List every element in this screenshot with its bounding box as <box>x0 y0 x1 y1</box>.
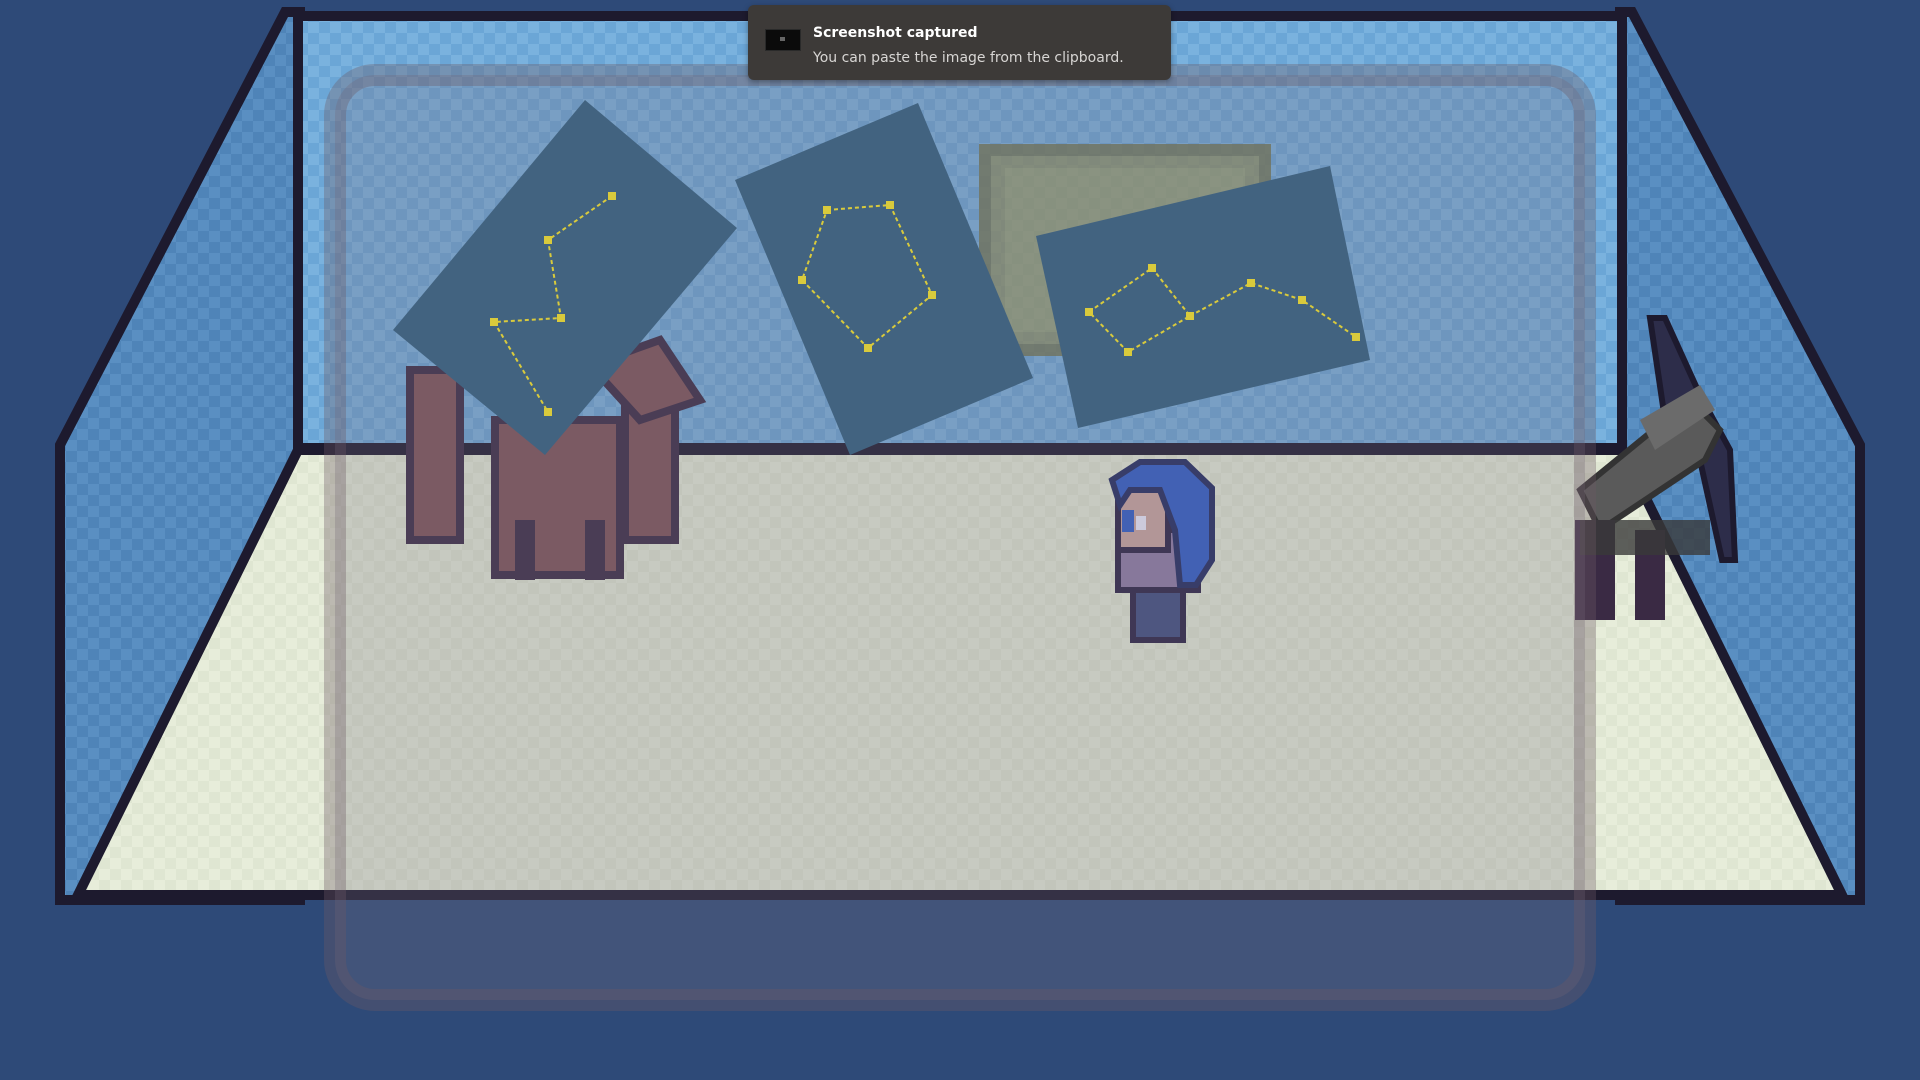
screenshot-notification[interactable]: Screenshot captured You can paste the im… <box>748 5 1171 80</box>
screenshot-thumbnail-icon <box>765 29 801 51</box>
notification-body: You can paste the image from the clipboa… <box>813 50 1124 66</box>
game-stage[interactable]: Screenshot captured You can paste the im… <box>0 0 1920 1080</box>
notification-title: Screenshot captured <box>813 25 978 41</box>
overlay-panel <box>324 64 1596 1011</box>
room-scene[interactable] <box>0 0 1920 1080</box>
